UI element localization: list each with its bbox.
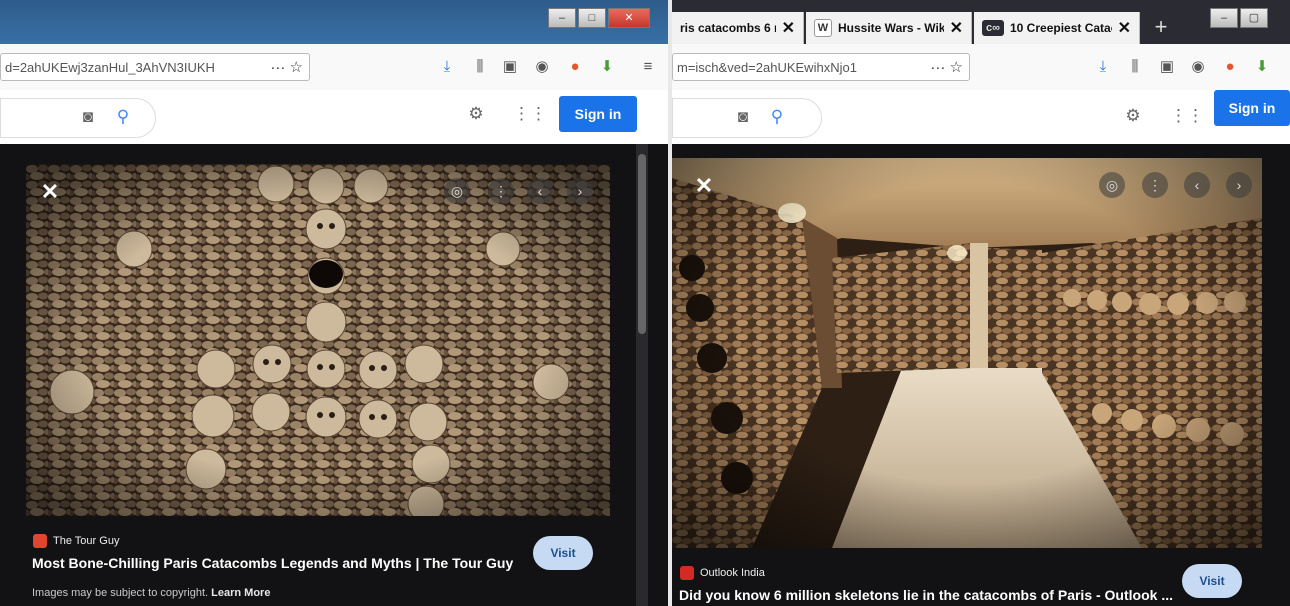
result-title[interactable]: Most Bone-Chilling Paris Catacombs Legen… [32, 555, 522, 571]
catacomb-tunnel-photo[interactable] [672, 158, 1262, 548]
window-controls: – □ ✕ [548, 8, 650, 28]
wikipedia-favicon-icon: W [814, 19, 832, 37]
prev-icon[interactable]: ‹ [527, 178, 553, 204]
site-favicon-icon: c∞ [982, 20, 1004, 36]
google-header: ◙ ⚲ ⚙ ⋮⋮ Sign in [0, 90, 668, 144]
right-tabstrip: ris catacombs 6 m ✕ W Hussite Wars - Wik… [672, 0, 1290, 44]
tab-close-icon[interactable]: ✕ [1118, 18, 1131, 38]
gear-icon[interactable]: ⚙ [464, 102, 488, 126]
camera-icon[interactable]: ◙ [731, 105, 755, 129]
visit-button[interactable]: Visit [1182, 564, 1242, 598]
tour-guy-logo-icon [33, 534, 47, 548]
minimize-icon[interactable]: – [548, 8, 576, 28]
tab-close-icon[interactable]: ✕ [950, 18, 963, 38]
reader-icon[interactable]: ▣ [500, 57, 520, 77]
reader-icon[interactable]: ▣ [1157, 57, 1177, 77]
extension-arrow-icon[interactable]: ⬇ [1252, 57, 1272, 77]
url-text: m=isch&ved=2ahUKEwihxNjo1 [677, 60, 857, 75]
more-icon[interactable]: ⋮ [488, 178, 514, 204]
close-icon[interactable]: ✕ [692, 174, 716, 198]
extension-icon[interactable]: ● [1220, 57, 1240, 77]
panel-scrollbar[interactable] [636, 144, 648, 606]
account-icon[interactable]: ◉ [1188, 57, 1208, 77]
learn-more-link[interactable]: Learn More [211, 587, 270, 599]
minimize-icon[interactable]: – [1210, 8, 1238, 28]
image-preview-panel: ✕ ◎ ⋮ ‹ › The Tour Guy Most Bone-Chillin… [0, 144, 668, 606]
sign-in-button[interactable]: Sign in [559, 96, 637, 132]
tab-label: 10 Creepiest Catac [1010, 21, 1112, 35]
new-tab-button[interactable]: + [1146, 12, 1176, 42]
source-name: Outlook India [700, 567, 765, 579]
close-icon[interactable]: ✕ [38, 180, 62, 204]
prev-icon[interactable]: ‹ [1184, 172, 1210, 198]
search-icon[interactable]: ⚲ [111, 105, 135, 129]
close-window-icon[interactable]: ✕ [608, 8, 650, 28]
lens-icon[interactable]: ◎ [444, 178, 470, 204]
search-icon[interactable]: ⚲ [765, 105, 789, 129]
page-actions-icon[interactable]: ··· ☆ [930, 54, 963, 80]
menu-icon[interactable]: ≡ [638, 57, 658, 77]
tab-hussite-wars[interactable]: W Hussite Wars - Wiki ✕ [806, 12, 972, 44]
url-text: d=2ahUKEwj3zanHul_3AhVN3IUKH [5, 60, 215, 75]
copyright-notice: Images may be subject to copyright. Lear… [32, 587, 270, 599]
scrollbar-thumb[interactable] [638, 154, 646, 334]
account-icon[interactable]: ◉ [532, 57, 552, 77]
source-attribution[interactable]: Outlook India [680, 566, 765, 580]
source-name: The Tour Guy [53, 535, 120, 547]
library-icon[interactable]: ⫼ [1125, 57, 1145, 77]
address-bar[interactable]: d=2ahUKEwj3zanHul_3AhVN3IUKH ··· ☆ [0, 53, 310, 81]
google-header: ◙ ⚲ ⚙ ⋮⋮ Sign in [672, 90, 1290, 144]
next-icon[interactable]: › [1226, 172, 1252, 198]
tab-catacombs[interactable]: ris catacombs 6 m ✕ [672, 12, 804, 44]
restore-icon[interactable]: ▢ [1240, 8, 1268, 28]
gear-icon[interactable]: ⚙ [1121, 104, 1145, 128]
tab-label: ris catacombs 6 m [680, 21, 776, 35]
catacomb-skulls-photo[interactable] [26, 164, 610, 516]
download-icon[interactable]: ⤓ [437, 57, 457, 77]
result-title[interactable]: Did you know 6 million skeletons lie in … [679, 587, 1175, 603]
image-preview-panel: ✕ ◎ ⋮ ‹ › Outlook India Did you know 6 m… [672, 144, 1290, 606]
copyright-text: Images may be subject to copyright. [32, 587, 209, 599]
library-icon[interactable]: ⫼ [470, 57, 490, 77]
more-icon[interactable]: ⋮ [1142, 172, 1168, 198]
outlook-logo-icon [680, 566, 694, 580]
right-navbar: m=isch&ved=2ahUKEwihxNjo1 ··· ☆ ⤓ ⫼ ▣ ◉ … [672, 44, 1290, 91]
download-icon[interactable]: ⤓ [1093, 57, 1113, 77]
tab-creepiest-catacombs[interactable]: c∞ 10 Creepiest Catac ✕ [974, 12, 1140, 44]
camera-icon[interactable]: ◙ [76, 105, 100, 129]
left-titlebar: – □ ✕ [0, 0, 668, 44]
page-actions-icon[interactable]: ··· ☆ [270, 54, 303, 80]
left-browser-window: – □ ✕ d=2ahUKEwj3zanHul_3AhVN3IUKH ··· ☆… [0, 0, 668, 606]
visit-button[interactable]: Visit [533, 536, 593, 570]
source-attribution[interactable]: The Tour Guy [33, 534, 119, 548]
extension-icon[interactable]: ● [565, 57, 585, 77]
apps-grid-icon[interactable]: ⋮⋮ [513, 102, 547, 126]
extension-arrow-icon[interactable]: ⬇ [597, 57, 617, 77]
sign-in-button[interactable]: Sign in [1214, 90, 1290, 126]
next-icon[interactable]: › [567, 178, 593, 204]
tab-close-icon[interactable]: ✕ [782, 18, 795, 38]
tab-label: Hussite Wars - Wiki [838, 21, 944, 35]
apps-grid-icon[interactable]: ⋮⋮ [1170, 104, 1204, 128]
left-navbar: d=2ahUKEwj3zanHul_3AhVN3IUKH ··· ☆ ⤓ ⫼ ▣… [0, 44, 668, 91]
address-bar[interactable]: m=isch&ved=2ahUKEwihxNjo1 ··· ☆ [672, 53, 970, 81]
window-controls: – ▢ [1210, 8, 1268, 28]
search-input[interactable]: ◙ ⚲ [0, 98, 156, 138]
lens-icon[interactable]: ◎ [1099, 172, 1125, 198]
search-input[interactable]: ◙ ⚲ [672, 98, 822, 138]
right-browser-window: ris catacombs 6 m ✕ W Hussite Wars - Wik… [672, 0, 1290, 606]
maximize-icon[interactable]: □ [578, 8, 606, 28]
